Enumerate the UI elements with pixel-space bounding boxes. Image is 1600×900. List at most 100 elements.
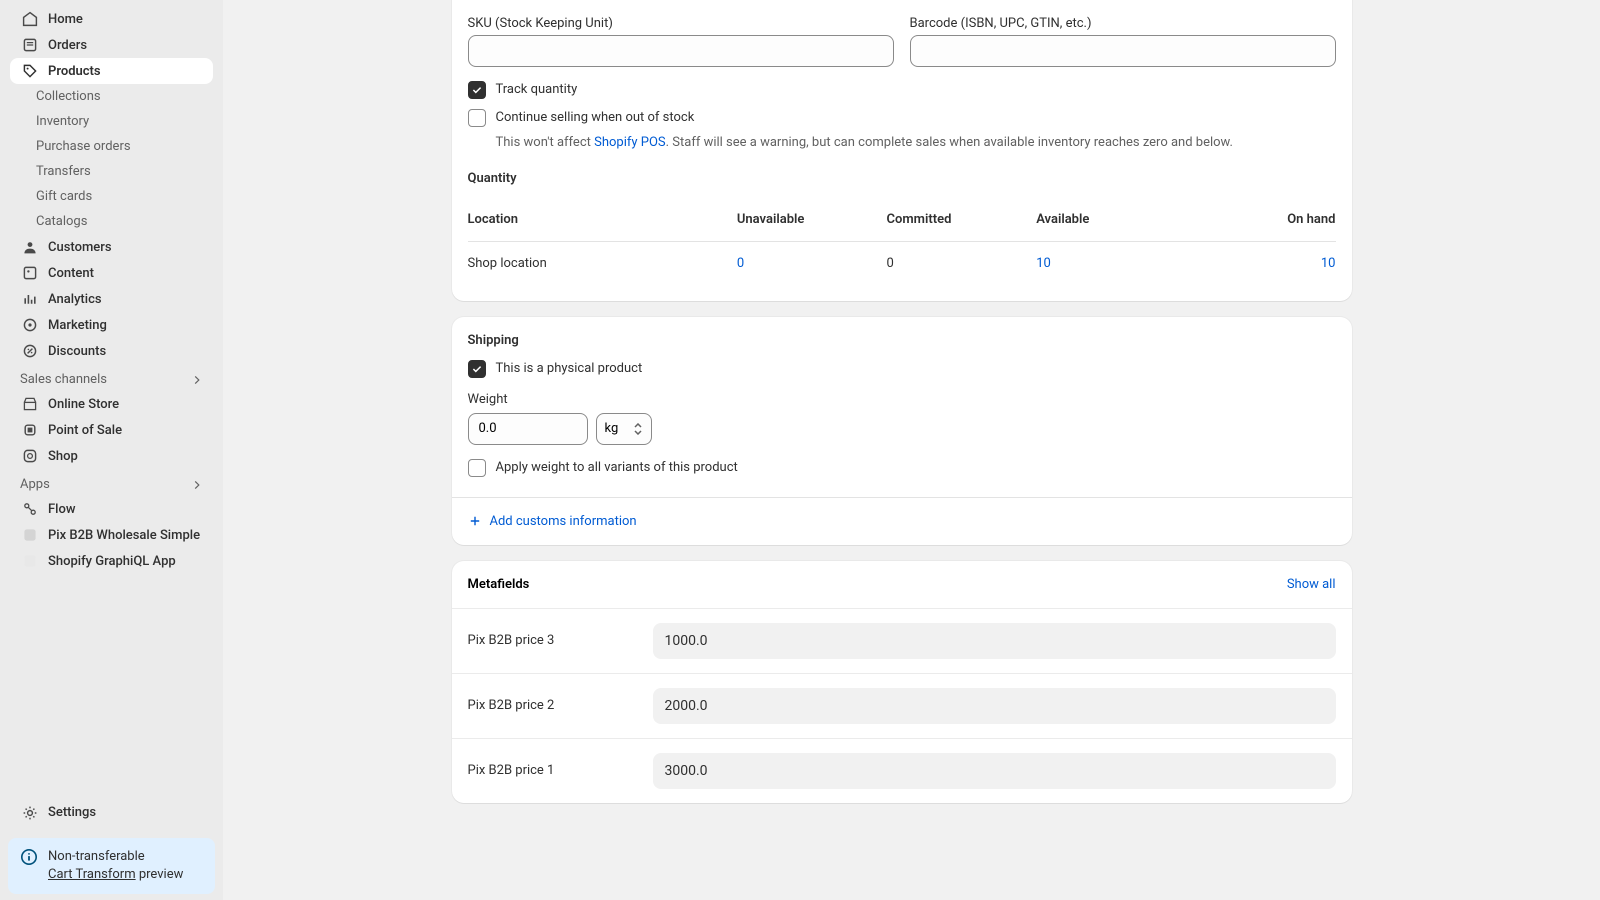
nav-inventory[interactable]: Inventory — [10, 109, 213, 134]
shipping-title: Shipping — [468, 333, 1336, 348]
banner-link[interactable]: Cart Transform — [48, 867, 136, 882]
sku-label: SKU (Stock Keeping Unit) — [468, 16, 894, 31]
col-unavailable: Unavailable — [737, 212, 887, 227]
continue-selling-checkbox[interactable] — [468, 109, 486, 127]
track-quantity-checkbox[interactable] — [468, 81, 486, 99]
col-location: Location — [468, 212, 737, 227]
nav-pos[interactable]: Point of Sale — [10, 417, 213, 443]
chart-icon — [22, 291, 38, 307]
nav-settings[interactable]: Settings — [10, 800, 213, 826]
discount-icon — [22, 343, 38, 359]
app-icon — [22, 553, 38, 569]
add-customs-button[interactable]: Add customs information — [452, 498, 1352, 545]
metafield-label: Pix B2B price 3 — [468, 633, 653, 648]
col-available: Available — [1036, 212, 1186, 227]
row-onhand[interactable]: 10 — [1321, 256, 1336, 271]
nav-transfers[interactable]: Transfers — [10, 159, 213, 184]
nav-online-store[interactable]: Online Store — [10, 391, 213, 417]
col-committed: Committed — [887, 212, 1037, 227]
barcode-input[interactable] — [910, 35, 1336, 67]
metafield-label: Pix B2B price 2 — [468, 698, 653, 713]
row-committed: 0 — [887, 256, 1037, 271]
nav-label: Orders — [48, 38, 87, 53]
orders-icon — [22, 37, 38, 53]
banner: Non-transferable Cart Transform preview — [8, 838, 215, 894]
home-icon — [22, 11, 38, 27]
quantity-row: Shop location 0 0 10 10 — [468, 242, 1336, 285]
nav-label: Home — [48, 12, 83, 27]
nav-collections[interactable]: Collections — [10, 84, 213, 109]
banner-line1: Non-transferable — [48, 848, 183, 866]
nav-orders[interactable]: Orders — [10, 32, 213, 58]
target-icon — [22, 317, 38, 333]
metafield-row: Pix B2B price 2 — [452, 673, 1352, 738]
quantity-table: Location Unavailable Committed Available… — [468, 198, 1336, 285]
track-quantity-label: Track quantity — [496, 81, 578, 99]
nav-content[interactable]: Content — [10, 260, 213, 286]
row-unavailable[interactable]: 0 — [737, 256, 744, 271]
person-icon — [22, 239, 38, 255]
shopify-pos-link[interactable]: Shopify POS — [594, 135, 666, 150]
nav-gift-cards[interactable]: Gift cards — [10, 184, 213, 209]
weight-label: Weight — [468, 392, 1336, 407]
metafield-label: Pix B2B price 1 — [468, 763, 653, 778]
metafield-input[interactable] — [653, 753, 1336, 789]
metafield-input[interactable] — [653, 688, 1336, 724]
sku-input[interactable] — [468, 35, 894, 67]
physical-product-checkbox[interactable] — [468, 360, 486, 378]
shipping-card: Shipping This is a physical product Weig… — [452, 317, 1352, 545]
row-location: Shop location — [468, 256, 737, 271]
nav-shop[interactable]: Shop — [10, 443, 213, 469]
select-icon — [633, 423, 643, 435]
sales-channels-header: Sales channels — [0, 364, 223, 391]
nav-flow[interactable]: Flow — [10, 496, 213, 522]
nav-purchase-orders[interactable]: Purchase orders — [10, 134, 213, 159]
nav-label: Discounts — [48, 344, 106, 359]
info-icon — [20, 848, 38, 866]
main: SKU (Stock Keeping Unit) Barcode (ISBN, … — [223, 0, 1600, 900]
col-onhand: On hand — [1186, 212, 1336, 227]
nav-label: Content — [48, 266, 94, 281]
nav-discounts[interactable]: Discounts — [10, 338, 213, 364]
apps-header: Apps — [0, 469, 223, 496]
image-icon — [22, 265, 38, 281]
show-all-link[interactable]: Show all — [1287, 577, 1336, 592]
nav-label: Analytics — [48, 292, 102, 307]
nav-marketing[interactable]: Marketing — [10, 312, 213, 338]
metafield-row: Pix B2B price 3 — [452, 608, 1352, 673]
inventory-card: SKU (Stock Keeping Unit) Barcode (ISBN, … — [452, 0, 1352, 301]
pos-icon — [22, 422, 38, 438]
store-icon — [22, 396, 38, 412]
chevron-right-icon[interactable] — [191, 479, 203, 491]
nav-graphiql[interactable]: Shopify GraphiQL App — [10, 548, 213, 574]
nav-pix[interactable]: Pix B2B Wholesale Simple — [10, 522, 213, 548]
tag-icon — [22, 63, 38, 79]
weight-input[interactable] — [468, 413, 588, 445]
metafield-row: Pix B2B price 1 — [452, 738, 1352, 803]
metafield-input[interactable] — [653, 623, 1336, 659]
gear-icon — [22, 805, 38, 821]
nav-products[interactable]: Products — [10, 58, 213, 84]
chevron-right-icon[interactable] — [191, 374, 203, 386]
nav-customers[interactable]: Customers — [10, 234, 213, 260]
nav-analytics[interactable]: Analytics — [10, 286, 213, 312]
flow-icon — [22, 501, 38, 517]
quantity-heading: Quantity — [468, 171, 1336, 186]
metafields-card: Metafields Show all Pix B2B price 3 Pix … — [452, 561, 1352, 803]
nav-catalogs[interactable]: Catalogs — [10, 209, 213, 234]
physical-product-label: This is a physical product — [496, 360, 643, 378]
barcode-label: Barcode (ISBN, UPC, GTIN, etc.) — [910, 16, 1336, 31]
plus-icon — [468, 514, 482, 528]
nav-home[interactable]: Home — [10, 6, 213, 32]
apply-weight-label: Apply weight to all variants of this pro… — [496, 459, 738, 477]
nav-label: Customers — [48, 240, 112, 255]
weight-unit-select[interactable]: kg — [596, 413, 652, 445]
row-available[interactable]: 10 — [1036, 256, 1051, 271]
sidebar: Home Orders Products Collections Invento… — [0, 0, 223, 900]
apply-weight-checkbox[interactable] — [468, 459, 486, 477]
continue-selling-label: Continue selling when out of stock — [496, 109, 695, 127]
nav-label: Marketing — [48, 318, 107, 333]
help-text: This won't affect Shopify POS. Staff wil… — [496, 133, 1336, 153]
app-icon — [22, 527, 38, 543]
shop-icon — [22, 448, 38, 464]
